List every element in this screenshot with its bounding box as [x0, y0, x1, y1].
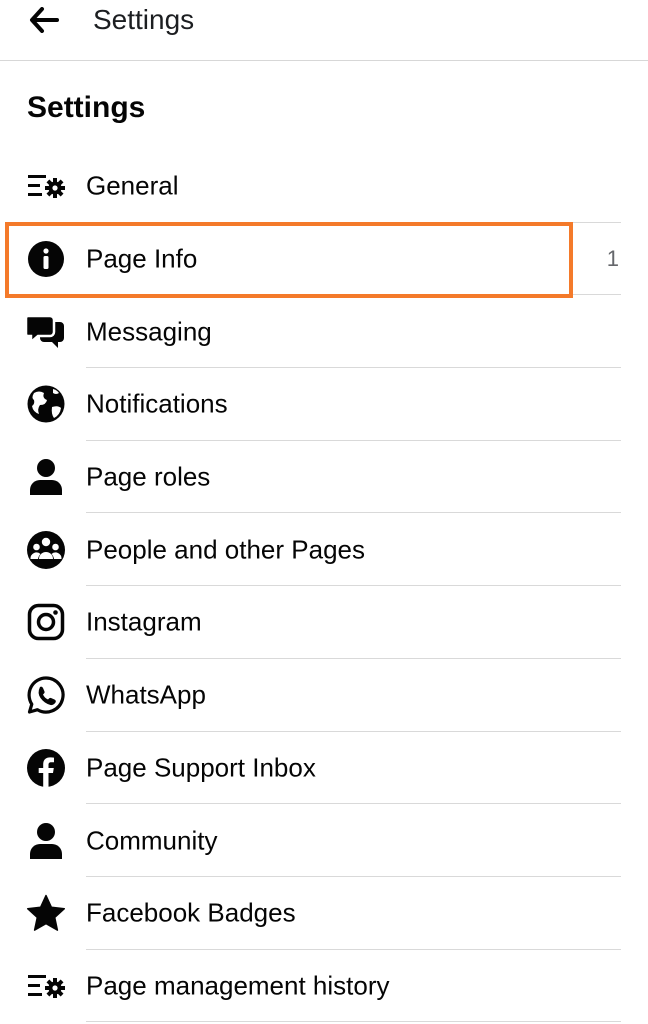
- settings-list-icon: [26, 966, 66, 1006]
- settings-item-page-roles[interactable]: Page roles: [0, 441, 648, 514]
- settings-item-page-support-inbox[interactable]: Page Support Inbox: [0, 732, 648, 805]
- notification-count: 1: [606, 246, 619, 272]
- settings-item-general[interactable]: General: [0, 150, 648, 223]
- facebook-icon: [26, 748, 66, 788]
- whatsapp-icon: [26, 675, 66, 715]
- person-icon: [26, 457, 66, 497]
- settings-item-label: Page management history: [86, 970, 390, 1001]
- settings-item-label: Page Support Inbox: [86, 752, 316, 783]
- settings-item-whatsapp[interactable]: WhatsApp: [0, 659, 648, 732]
- settings-item-people-and-other-pages[interactable]: People and other Pages: [0, 513, 648, 587]
- settings-item-label: WhatsApp: [86, 679, 206, 710]
- section-title: Settings: [27, 91, 146, 124]
- settings-item-facebook-badges[interactable]: Facebook Badges: [0, 877, 648, 950]
- settings-item-instagram[interactable]: Instagram: [0, 586, 648, 659]
- settings-item-label: Community: [86, 825, 218, 856]
- settings-item-label: Page Info: [86, 243, 198, 274]
- settings-item-community[interactable]: Community: [0, 804, 648, 877]
- settings-list: General Page Info 1 Messaging Notificati…: [0, 150, 648, 1023]
- settings-item-notifications[interactable]: Notifications: [0, 368, 648, 441]
- settings-item-label: General: [86, 170, 179, 201]
- header-title: Settings: [93, 4, 195, 35]
- settings-list-icon: [26, 166, 66, 206]
- group-icon: [26, 530, 66, 570]
- settings-item-messaging[interactable]: Messaging: [0, 295, 648, 369]
- top-bar: Settings: [0, 0, 648, 61]
- arrow-left-icon: [29, 6, 59, 38]
- divider: [86, 1021, 621, 1023]
- settings-item-label: Facebook Badges: [86, 897, 296, 928]
- settings-item-page-management-history[interactable]: Page management history: [0, 950, 648, 1023]
- settings-item-label: Instagram: [86, 606, 202, 637]
- settings-item-label: Messaging: [86, 316, 212, 347]
- globe-icon: [26, 384, 66, 424]
- info-icon: [26, 239, 66, 279]
- instagram-icon: [26, 602, 66, 642]
- person-icon: [26, 821, 66, 861]
- settings-item-label: People and other Pages: [86, 534, 365, 565]
- chat-bubbles-icon: [26, 312, 66, 352]
- settings-item-label: Page roles: [86, 461, 211, 492]
- star-icon: [26, 893, 66, 933]
- back-button[interactable]: [24, 2, 64, 42]
- settings-item-page-info[interactable]: Page Info 1: [0, 221, 648, 298]
- settings-item-label: Notifications: [86, 388, 228, 419]
